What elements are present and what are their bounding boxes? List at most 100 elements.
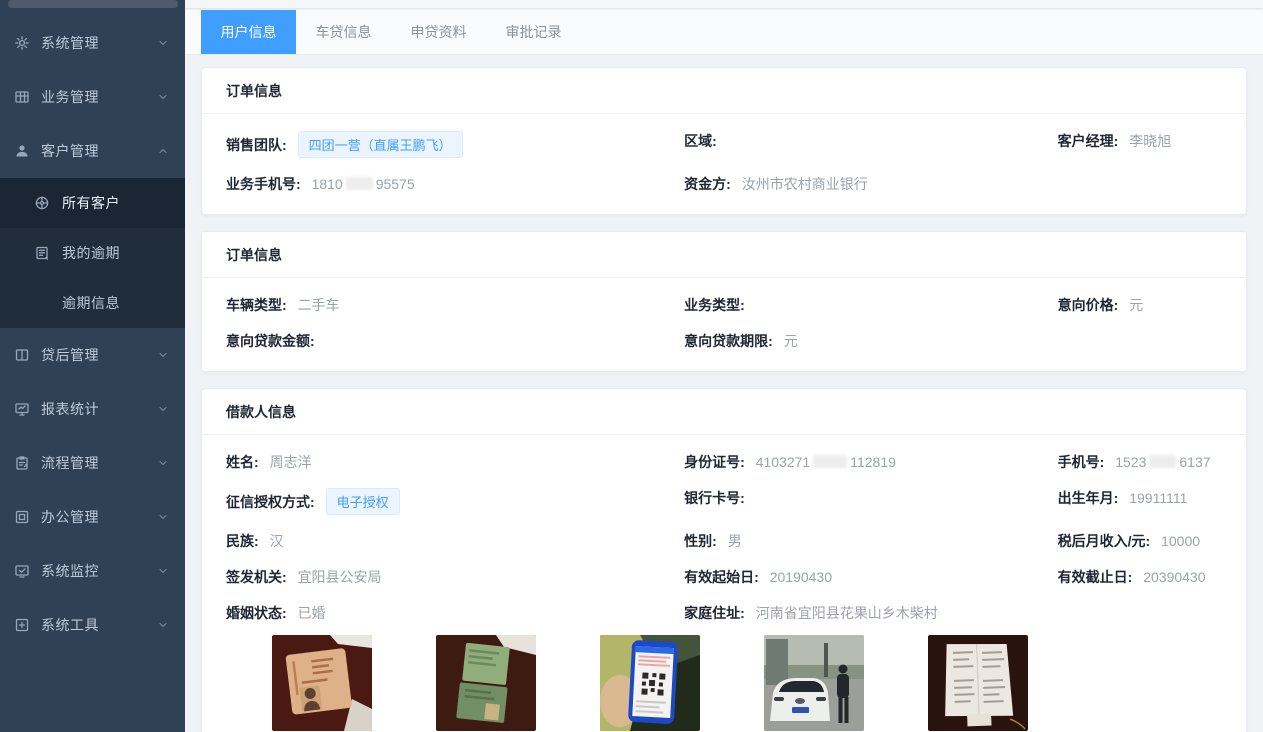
field-label: 业务手机号: <box>226 176 301 192</box>
card-title: 订单信息 <box>202 68 1246 114</box>
field-mobile-phone: 手机号: 15236137 <box>1058 452 1222 472</box>
sidebar-item-label: 贷后管理 <box>41 345 157 365</box>
sidebar-item-system-monitor[interactable]: 系统监控 <box>0 544 185 598</box>
chevron-down-icon <box>157 91 169 103</box>
field-label: 身份证号: <box>684 454 745 470</box>
sidebar-top-bar <box>8 0 178 8</box>
field-label: 业务类型: <box>684 297 745 313</box>
field-empty <box>1058 603 1222 623</box>
field-empty <box>1058 331 1222 351</box>
field-label: 签发机关: <box>226 569 287 585</box>
sidebar-item-label: 系统管理 <box>41 33 157 53</box>
sidebar-item-all-customers[interactable]: 所有客户 <box>0 178 185 228</box>
field-intent-price: 意向价格: 元 <box>1058 295 1222 315</box>
field-label: 区域: <box>684 133 717 149</box>
redaction-blur <box>1149 455 1176 468</box>
sidebar-item-label: 所有客户 <box>62 193 169 213</box>
sidebar-item-my-overdue[interactable]: 我的逾期 <box>0 228 185 278</box>
field-ethnicity: 民族: 汉 <box>226 531 684 551</box>
book-icon <box>14 347 30 363</box>
field-label: 家庭住址: <box>684 605 745 621</box>
chevron-down-icon <box>157 349 169 361</box>
card-title: 借款人信息 <box>202 389 1246 435</box>
sidebar-item-office-management[interactable]: 办公管理 <box>0 490 185 544</box>
tab-loan-application-docs[interactable]: 申贷资料 <box>391 10 486 54</box>
photo-person-with-car[interactable]: 人车合影 <box>764 635 864 732</box>
sidebar-item-label: 办公管理 <box>41 507 157 527</box>
field-name: 姓名: 周志洋 <box>226 452 684 472</box>
field-label: 民族: <box>226 533 259 549</box>
main-content: 用户信息 车贷信息 申贷资料 审批记录 订单信息 销售团队: 四团一营（直属王鹏… <box>185 0 1263 732</box>
sidebar-item-overdue-info[interactable]: 逾期信息 <box>0 278 185 328</box>
field-value: 10000 <box>1161 533 1200 549</box>
sidebar: 系统管理 业务管理 客户管理 <box>0 0 185 732</box>
tab-approval-records[interactable]: 审批记录 <box>486 10 581 54</box>
sidebar-item-system-tools[interactable]: 系统工具 <box>0 598 185 652</box>
sidebar-item-label: 系统监控 <box>41 561 157 581</box>
field-value: 4103271112819 <box>756 454 896 470</box>
chevron-down-icon <box>157 511 169 523</box>
field-account-manager: 客户经理: 李晓旭 <box>1058 131 1222 158</box>
field-value: 汝州市农村商业银行 <box>742 176 868 192</box>
photo-other-document[interactable]: 其他材料 <box>928 635 1028 732</box>
field-label: 销售团队: <box>226 137 287 153</box>
field-label: 车辆类型: <box>226 297 287 313</box>
phone-qr-photo-thumbnail <box>600 635 700 731</box>
field-value: 19911111 <box>1129 490 1187 506</box>
field-label: 意向价格: <box>1058 297 1119 313</box>
sidebar-item-business-management[interactable]: 业务管理 <box>0 70 185 124</box>
field-valid-from: 有效起始日: 20190430 <box>684 567 1058 587</box>
sidebar-item-report-statistics[interactable]: 报表统计 <box>0 382 185 436</box>
sidebar-item-system-management[interactable]: 系统管理 <box>0 16 185 70</box>
field-label: 客户经理: <box>1058 133 1119 149</box>
field-value: 元 <box>1129 297 1143 313</box>
household-register-photo-thumbnail <box>436 635 536 731</box>
sidebar-item-process-management[interactable]: 流程管理 <box>0 436 185 490</box>
field-funder: 资金方: 汝州市农村商业银行 <box>684 174 1058 194</box>
monitor-icon <box>14 401 30 417</box>
square-icon <box>14 509 30 525</box>
clipboard-edit-icon <box>14 455 30 471</box>
sidebar-item-label: 系统工具 <box>41 615 157 635</box>
person-car-photo-thumbnail <box>764 635 864 731</box>
photo-id-card[interactable]: 身份证照 <box>272 635 372 732</box>
borrower-info-card: 借款人信息 姓名: 周志洋 身份证号: 4103271112819 手机号: <box>201 388 1247 732</box>
sidebar-menu: 系统管理 业务管理 客户管理 <box>0 0 185 652</box>
field-label: 有效起始日: <box>684 569 759 585</box>
field-value: 15236137 <box>1115 454 1210 470</box>
field-credit-auth-method: 征信授权方式: 电子授权 <box>226 488 684 515</box>
sales-team-tag[interactable]: 四团一营（直属王鹏飞） <box>298 131 463 158</box>
gear-icon <box>14 35 30 51</box>
sidebar-item-customer-management[interactable]: 客户管理 <box>0 124 185 178</box>
card-title: 订单信息 <box>202 232 1246 278</box>
field-business-phone: 业务手机号: 181095575 <box>226 174 684 194</box>
handwritten-document-photo-thumbnail <box>928 635 1028 731</box>
field-vehicle-type: 车辆类型: 二手车 <box>226 295 684 315</box>
photo-household-register[interactable]: 户口本照片 <box>436 635 536 732</box>
field-business-type: 业务类型: <box>684 295 1058 315</box>
field-label: 意向贷款金额: <box>226 333 315 349</box>
field-label: 有效截止日: <box>1058 569 1133 585</box>
chevron-up-icon <box>157 145 169 157</box>
field-region: 区域: <box>684 131 1058 158</box>
monitor-check-icon <box>14 563 30 579</box>
tab-user-info[interactable]: 用户信息 <box>201 10 296 54</box>
field-label: 婚姻状态: <box>226 605 287 621</box>
redaction-blur <box>813 455 847 468</box>
sidebar-item-label: 流程管理 <box>41 453 157 473</box>
sidebar-item-postloan-management[interactable]: 贷后管理 <box>0 328 185 382</box>
page-content: 订单信息 销售团队: 四团一营（直属王鹏飞） 区域: 客户经理: <box>185 55 1263 732</box>
tab-car-loan-info[interactable]: 车贷信息 <box>296 10 391 54</box>
id-card-photo-thumbnail <box>272 635 372 731</box>
field-id-number: 身份证号: 4103271112819 <box>684 452 1058 472</box>
field-value: 汉 <box>270 533 284 549</box>
field-value: 已婚 <box>298 605 326 621</box>
field-value: 宜阳县公安局 <box>298 569 382 585</box>
photo-credit-auth-qr[interactable]: 征信授权 <box>600 635 700 732</box>
field-label: 性别: <box>684 533 717 549</box>
field-value: 元 <box>784 333 798 349</box>
field-label: 手机号: <box>1058 454 1105 470</box>
credit-auth-tag[interactable]: 电子授权 <box>326 488 400 515</box>
chevron-down-icon <box>157 565 169 577</box>
field-issuing-authority: 签发机关: 宜阳县公安局 <box>226 567 684 587</box>
